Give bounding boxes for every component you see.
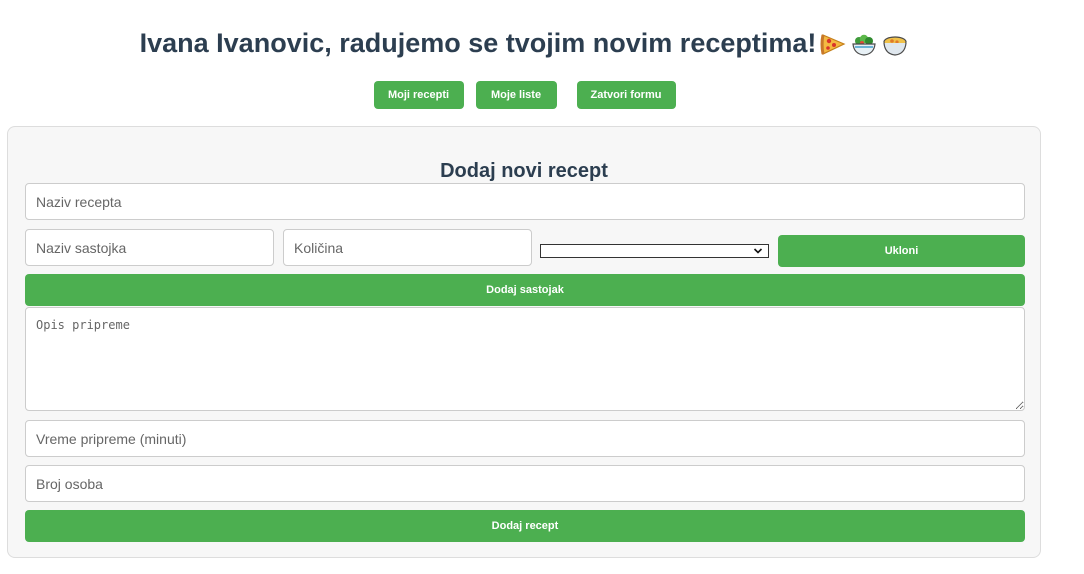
my-lists-button[interactable]: Moje liste <box>475 81 557 109</box>
recipe-form: Dodaj novi recept Ukloni Dodaj sastojak … <box>7 126 1041 558</box>
page-title-text: Ivana Ivanovic, radujemo se tvojim novim… <box>139 28 817 58</box>
header: Ivana Ivanovic, radujemo se tvojim novim… <box>0 28 1049 59</box>
close-form-button[interactable]: Zatvori formu <box>576 81 676 109</box>
form-title: Dodaj novi recept <box>440 160 608 182</box>
salad-icon <box>850 30 878 58</box>
servings-input[interactable] <box>25 465 1025 502</box>
page-title: Ivana Ivanovic, radujemo se tvojim novim… <box>140 28 910 59</box>
pizza-icon <box>819 30 847 58</box>
ingredient-name-input[interactable] <box>25 229 274 266</box>
bowl-icon <box>881 30 909 58</box>
chevron-down-icon <box>753 246 763 256</box>
recipe-name-input[interactable] <box>25 183 1025 220</box>
remove-ingredient-button[interactable]: Ukloni <box>778 235 1025 267</box>
preparation-description-textarea[interactable] <box>25 307 1025 411</box>
nav-bar: Moji recepti Moje liste Zatvori formu <box>0 81 1049 109</box>
my-recipes-button[interactable]: Moji recepti <box>373 81 464 109</box>
add-recipe-button[interactable]: Dodaj recept <box>25 510 1025 542</box>
add-ingredient-button[interactable]: Dodaj sastojak <box>25 274 1025 306</box>
unit-select[interactable] <box>540 244 769 258</box>
quantity-input[interactable] <box>283 229 532 266</box>
prep-time-input[interactable] <box>25 420 1025 457</box>
